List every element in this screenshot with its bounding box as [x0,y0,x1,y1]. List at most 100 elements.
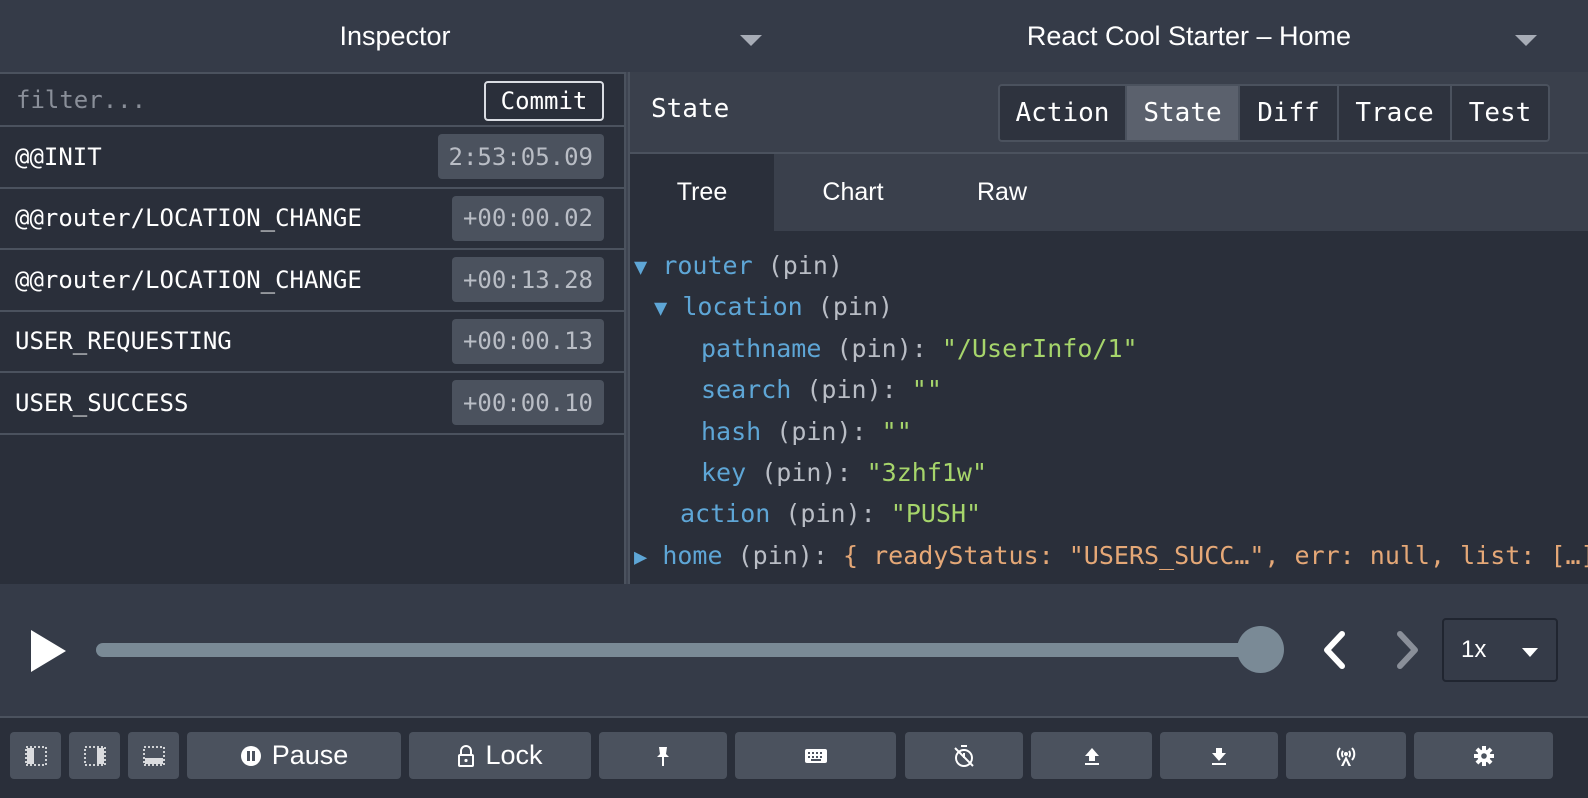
action-time[interactable]: +00:13.28 [451,257,604,303]
download-icon [1212,747,1226,765]
filter-bar: Commit [0,72,626,127]
pin-button[interactable]: (pin) [818,292,893,321]
slider-thumb[interactable] [1236,626,1284,673]
tree-value: "/UserInfo/1" [941,334,1138,363]
colon: : [851,417,867,446]
dock-bottom-icon [142,745,165,766]
chevron-down-icon[interactable] [740,35,762,46]
tree-key: location [682,292,803,321]
upload-button[interactable] [1031,732,1152,779]
instance-select-label: React Cool Starter – Home [1026,20,1352,51]
pin-button[interactable]: (pin): [806,375,896,404]
timer-off-button[interactable] [905,732,1023,779]
play-icon[interactable] [28,627,68,675]
inspector-tabs: Action State Diff Trace Test [998,84,1550,142]
dock-left-button[interactable] [10,732,61,779]
slider-bar: 1x [0,584,1588,718]
tree-node-search: search (pin): "" [701,372,942,408]
dock-right-icon [83,745,106,766]
tab-test[interactable]: Test [1452,86,1548,140]
pin-button[interactable]: (pin): [836,334,926,363]
tab-diff[interactable]: Diff [1240,86,1339,140]
chevron-down-icon[interactable] [1515,35,1537,46]
action-time[interactable]: +00:00.10 [451,380,604,426]
colon: : [812,541,828,570]
top-bar: Inspector React Cool Starter – Home [0,0,1588,72]
filter-input[interactable] [0,74,470,126]
tab-trace[interactable]: Trace [1339,86,1452,140]
action-name: @@router/LOCATION_CHANGE [15,204,362,233]
pin-button[interactable]: (pin): [776,417,866,446]
pin-button[interactable]: (pin): [738,541,828,570]
remote-button[interactable] [1286,732,1406,779]
commit-button[interactable]: Commit [484,81,604,121]
gear-icon [1473,745,1494,766]
view-tabs: Tree Chart Raw [630,154,1588,231]
expand-arrow-icon[interactable]: ▼ [654,296,667,321]
pin-label: (pin) [836,334,912,363]
action-item[interactable]: @@router/LOCATION_CHANGE +00:13.28 [0,250,626,312]
expand-arrow-icon[interactable]: ▼ [634,255,647,280]
pin-icon [657,746,669,766]
tree-key: pathname [701,334,822,363]
tab-state[interactable]: State [1127,86,1240,140]
pin-label: (pin) [737,541,813,570]
tab-raw[interactable]: Raw [930,154,1074,231]
timer-off-icon [954,744,974,767]
download-button[interactable] [1160,732,1278,779]
tree-node-location[interactable]: ▼ location (pin) [654,289,893,325]
action-time[interactable]: 2:53:05.09 [437,134,604,180]
keyboard-shortcuts-button[interactable] [735,732,896,779]
tree-node-pathname: pathname (pin): "/UserInfo/1" [701,331,1138,367]
action-time[interactable]: +00:00.13 [451,318,604,364]
tree-key: action [680,499,771,528]
settings-button[interactable] [1414,732,1553,779]
pause-label: Pause [271,740,349,770]
action-item[interactable]: @@INIT 2:53:05.09 [0,127,626,189]
action-item[interactable]: USER_SUCCESS +00:00.10 [0,373,626,435]
tree-value: "3zhf1w" [866,458,988,487]
pin-label: (pin) [785,499,861,528]
monitor-select[interactable]: Inspector [0,0,790,72]
tab-action[interactable]: Action [1000,86,1127,140]
action-list-panel: Commit @@INIT 2:53:05.09 @@router/LOCATI… [0,72,626,584]
action-name: @@INIT [15,142,102,171]
tree-key: search [701,375,792,404]
action-item[interactable]: @@router/LOCATION_CHANGE +00:00.02 [0,189,626,250]
bottom-toolbar: Pause Lock [0,718,1588,798]
expand-arrow-icon[interactable]: ▶ [634,545,647,570]
tab-tree[interactable]: Tree [630,154,774,231]
slider-track[interactable] [96,643,1264,657]
upload-icon [1084,747,1099,765]
pin-button[interactable]: (pin) [768,251,843,280]
action-time[interactable]: +00:00.02 [451,195,604,241]
pin-button[interactable]: (pin): [761,458,851,487]
action-item[interactable]: USER_REQUESTING +00:00.13 [0,312,626,373]
monitor-select-label: Inspector [339,20,451,51]
chevron-left-icon[interactable] [1318,630,1354,670]
inspector-panel: State Action State Diff Trace Test Tree … [630,72,1588,584]
tree-key: hash [701,417,762,446]
speed-select[interactable]: 1x [1442,618,1558,682]
dock-left-icon [24,745,47,766]
pin-button[interactable]: (pin): [785,499,875,528]
instance-select[interactable]: React Cool Starter – Home [790,0,1588,72]
pause-icon [240,745,261,766]
tab-chart[interactable]: Chart [780,154,926,231]
dock-bottom-button[interactable] [128,732,179,779]
pin-label: (pin) [761,458,837,487]
dock-right-button[interactable] [69,732,120,779]
lock-button[interactable]: Lock [409,732,591,779]
tree-node-home[interactable]: ▶ home (pin): { readyStatus: "USERS_SUCC… [634,538,1588,574]
lock-icon [458,744,475,767]
persist-button[interactable] [599,732,727,779]
pause-button[interactable]: Pause [187,732,401,779]
chevron-right-icon[interactable] [1388,630,1424,670]
tree-node-router[interactable]: ▼ router (pin) [634,248,843,284]
tree-value-preview: { readyStatus: "USERS_SUCC…", err: null,… [842,541,1588,570]
tree-value: "" [911,375,942,404]
colon: : [860,499,876,528]
tree-key: home [662,541,723,570]
action-list: @@INIT 2:53:05.09 @@router/LOCATION_CHAN… [0,127,626,435]
action-name: @@router/LOCATION_CHANGE [15,265,362,294]
